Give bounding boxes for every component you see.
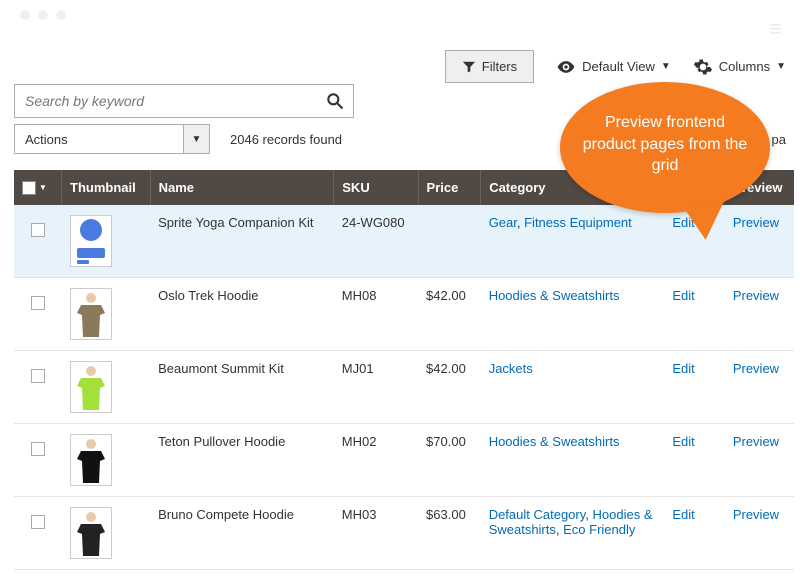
search-button[interactable] [317, 85, 353, 117]
table-row: Oslo Trek Hoodie MH08 $42.00 Hoodies & S… [14, 278, 794, 351]
edit-link[interactable]: Edit [672, 361, 694, 376]
category-link[interactable]: Eco Friendly [563, 522, 635, 537]
category-link[interactable]: Hoodies & Sweatshirts [489, 434, 620, 449]
edit-link[interactable]: Edit [672, 288, 694, 303]
product-price [418, 205, 481, 278]
row-checkbox[interactable] [31, 369, 45, 383]
table-row: Sprite Yoga Companion Kit 24-WG080 Gear,… [14, 205, 794, 278]
col-header-name[interactable]: Name [150, 170, 334, 205]
product-price: $42.00 [418, 278, 481, 351]
product-thumbnail[interactable] [70, 288, 112, 340]
search-input[interactable] [15, 93, 317, 109]
product-name: Beaumont Summit Kit [150, 351, 334, 424]
category-link[interactable]: Gear [489, 215, 517, 230]
table-row: Bruno Compete Hoodie MH03 $63.00 Default… [14, 497, 794, 570]
actions-caret[interactable]: ▼ [184, 124, 210, 154]
toolbar: Filters Default View ▼ Columns ▼ [445, 50, 786, 83]
chevron-down-icon: ▼ [39, 183, 47, 192]
preview-link[interactable]: Preview [733, 507, 779, 522]
callout-text: Preview frontend product pages from the … [582, 112, 748, 177]
category-link[interactable]: Jackets [489, 361, 533, 376]
product-price: $42.00 [418, 351, 481, 424]
edit-link[interactable]: Edit [672, 434, 694, 449]
product-categories: Gear, Fitness Equipment [481, 205, 665, 278]
callout-bubble: Preview frontend product pages from the … [560, 82, 770, 213]
col-header-checkbox[interactable]: ▼ [14, 170, 62, 205]
product-categories: Hoodies & Sweatshirts [481, 424, 665, 497]
col-header-sku[interactable]: SKU [334, 170, 418, 205]
product-price: $70.00 [418, 424, 481, 497]
gear-icon [693, 57, 713, 77]
hamburger-icon[interactable]: ≡ [769, 18, 782, 40]
table-row: Beaumont Summit Kit MJ01 $42.00 Jackets … [14, 351, 794, 424]
row-checkbox[interactable] [31, 223, 45, 237]
product-name: Teton Pullover Hoodie [150, 424, 334, 497]
category-link[interactable]: Fitness Equipment [524, 215, 632, 230]
product-categories: Default Category, Hoodies & Sweatshirts,… [481, 497, 665, 570]
product-sku: 24-WG080 [334, 205, 418, 278]
product-thumbnail[interactable] [70, 507, 112, 559]
product-sku: MH03 [334, 497, 418, 570]
columns-label: Columns [719, 59, 770, 74]
category-link[interactable]: Default Category [489, 507, 586, 522]
product-sku: MJ01 [334, 351, 418, 424]
row-checkbox[interactable] [31, 296, 45, 310]
chevron-down-icon: ▼ [192, 134, 202, 145]
product-thumbnail[interactable] [70, 434, 112, 486]
row-checkbox[interactable] [31, 442, 45, 456]
product-sku: MH02 [334, 424, 418, 497]
products-grid: ▼ Thumbnail Name SKU Price Category A Pr… [14, 170, 794, 570]
table-row: Teton Pullover Hoodie MH02 $70.00 Hoodie… [14, 424, 794, 497]
columns-dropdown[interactable]: Columns ▼ [693, 57, 786, 77]
filters-label: Filters [482, 59, 517, 74]
product-price: $63.00 [418, 497, 481, 570]
product-categories: Jackets [481, 351, 665, 424]
actions-label: Actions [14, 124, 184, 154]
records-found-text: 2046 records found [230, 132, 342, 147]
edit-link[interactable]: Edit [672, 507, 694, 522]
funnel-icon [462, 60, 476, 74]
category-link[interactable]: Hoodies & Sweatshirts [489, 288, 620, 303]
product-name: Oslo Trek Hoodie [150, 278, 334, 351]
preview-link[interactable]: Preview [733, 215, 779, 230]
product-name: Bruno Compete Hoodie [150, 497, 334, 570]
filters-button[interactable]: Filters [445, 50, 534, 83]
chevron-down-icon: ▼ [776, 61, 786, 72]
product-categories: Hoodies & Sweatshirts [481, 278, 665, 351]
select-all-checkbox[interactable] [22, 181, 36, 195]
product-thumbnail[interactable] [70, 215, 112, 267]
chevron-down-icon: ▼ [661, 61, 671, 72]
product-name: Sprite Yoga Companion Kit [150, 205, 334, 278]
search-icon [325, 91, 345, 111]
col-header-thumbnail[interactable]: Thumbnail [62, 170, 151, 205]
eye-icon [556, 57, 576, 77]
product-sku: MH08 [334, 278, 418, 351]
product-thumbnail[interactable] [70, 361, 112, 413]
row-checkbox[interactable] [31, 515, 45, 529]
col-header-price[interactable]: Price [418, 170, 481, 205]
preview-link[interactable]: Preview [733, 288, 779, 303]
preview-link[interactable]: Preview [733, 434, 779, 449]
default-view-label: Default View [582, 59, 655, 74]
preview-link[interactable]: Preview [733, 361, 779, 376]
actions-dropdown[interactable]: Actions ▼ [14, 124, 210, 154]
default-view-dropdown[interactable]: Default View ▼ [556, 57, 671, 77]
search-input-wrap [14, 84, 354, 118]
window-dots [20, 10, 66, 20]
